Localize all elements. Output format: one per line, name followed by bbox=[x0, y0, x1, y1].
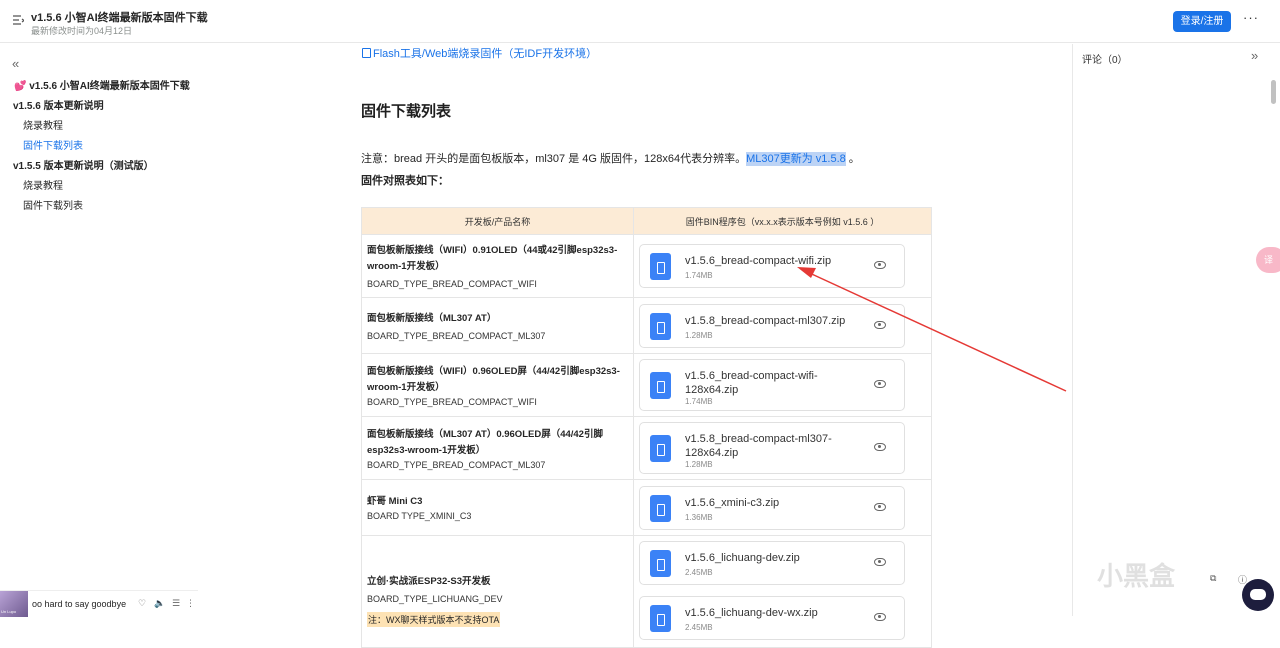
file-name[interactable]: v1.5.8_bread-compact-ml307.zip bbox=[685, 314, 855, 328]
comments-label: 评论（0） bbox=[1082, 55, 1128, 66]
zip-file-icon bbox=[650, 550, 671, 577]
assistant-bot-icon[interactable] bbox=[1242, 579, 1274, 611]
collapse-panel-icon[interactable]: » bbox=[1251, 48, 1258, 63]
toc-item-active[interactable]: 固件下载列表 bbox=[23, 137, 83, 152]
file-size: 1.74MB bbox=[685, 271, 713, 280]
preview-eye-icon[interactable] bbox=[874, 558, 886, 566]
zip-file-icon bbox=[650, 605, 671, 632]
top-bar: v1.5.6 小智AI终端最新版本固件下载 最新修改时间为04月12日 登录/注… bbox=[0, 0, 1280, 43]
file-name[interactable]: v1.5.6_lichuang-dev.zip bbox=[685, 551, 855, 565]
board-name: 虾哥 Mini C3 bbox=[367, 496, 423, 507]
board-type: BOARD TYPE_XMINI_C3 bbox=[367, 511, 472, 521]
login-register-button[interactable]: 登录/注册 bbox=[1173, 11, 1231, 32]
preview-eye-icon[interactable] bbox=[874, 502, 886, 511]
file-name[interactable]: v1.5.8_bread-compact-ml307-128x64.zip bbox=[685, 432, 855, 460]
toc-item[interactable]: 烧录教程 bbox=[23, 177, 63, 192]
file-attachment[interactable]: v1.5.6_bread-compact-wifi-128x64.zip 1.74… bbox=[639, 359, 905, 411]
toc-item[interactable]: 固件下载列表 bbox=[23, 197, 83, 212]
table-header: 固件BIN程序包（vx.x.x表示版本号例如 v1.5.6 ） bbox=[633, 207, 932, 235]
comments-panel: 评论（0） » bbox=[1072, 44, 1280, 616]
toc-item[interactable]: 💕 v1.5.6 小智AI终端最新版本固件下载 bbox=[14, 77, 190, 92]
board-type: BOARD_TYPE_BREAD_COMPACT_WIFI bbox=[367, 396, 537, 407]
toc-item[interactable]: v1.5.5 版本更新说明（测试版） bbox=[13, 157, 154, 172]
firmware-table: 开发板/产品名称 固件BIN程序包（vx.x.x表示版本号例如 v1.5.6 ）… bbox=[361, 207, 932, 648]
board-name: 面包板新版接线（ML307 AT） bbox=[367, 312, 497, 324]
table-row: 面包板新版接线（ML307 AT） BOARD_TYPE_BREAD_COMPAC… bbox=[361, 297, 932, 354]
translate-button[interactable]: 译 bbox=[1256, 247, 1280, 273]
table-row: 面包板新版接线（WIFI）0.91OLED（44或42引脚esp32s3-wro… bbox=[361, 234, 932, 298]
section-heading: 固件下载列表 bbox=[361, 103, 452, 120]
zip-file-icon bbox=[650, 312, 671, 340]
file-attachment[interactable]: v1.5.6_lichuang-dev-wx.zip 2.45MB bbox=[639, 596, 905, 640]
song-title: oo hard to say goodbye bbox=[32, 599, 127, 609]
preview-eye-icon[interactable] bbox=[874, 443, 886, 451]
file-name[interactable]: v1.5.6_lichuang-dev-wx.zip bbox=[685, 606, 855, 620]
heart-icon[interactable]: ♡ bbox=[138, 598, 146, 609]
table-row: 立创·实战派ESP32-S3开发板 BOARD_TYPE_LICHUANG_DEV… bbox=[361, 535, 932, 648]
more-options-button[interactable]: ··· bbox=[1243, 10, 1259, 25]
doc-last-modified: 最新修改时间为04月12日 bbox=[31, 26, 133, 36]
file-attachment[interactable]: v1.5.8_bread-compact-ml307.zip 1.28MB bbox=[639, 303, 905, 348]
file-size: 1.28MB bbox=[685, 330, 713, 340]
document-icon bbox=[362, 48, 371, 58]
preview-eye-icon[interactable] bbox=[874, 261, 886, 269]
preview-eye-icon[interactable] bbox=[874, 613, 886, 621]
board-type: BOARD_TYPE_BREAD_COMPACT_ML307 bbox=[367, 459, 546, 470]
doc-title: v1.5.6 小智AI终端最新版本固件下载 bbox=[31, 12, 208, 24]
file-size: 2.45MB bbox=[685, 623, 713, 632]
file-size: 2.45MB bbox=[685, 568, 713, 577]
board-name: 立创·实战派ESP32-S3开发板 bbox=[367, 575, 491, 587]
scrollbar[interactable] bbox=[1268, 70, 1278, 616]
highlighted-text: ML307更新为 v1.5.8 bbox=[746, 152, 846, 166]
playlist-icon[interactable]: ☰ bbox=[172, 598, 180, 609]
site-watermark: 小黑盒 bbox=[1097, 561, 1176, 591]
file-name[interactable]: v1.5.6_bread-compact-wifi-128x64.zip bbox=[685, 369, 855, 397]
toc-item[interactable]: 烧录教程 bbox=[23, 117, 63, 132]
warning-note: 注：WX聊天样式版本不支持OTA bbox=[367, 611, 501, 627]
board-type: BOARD_TYPE_BREAD_COMPACT_ML307 bbox=[367, 330, 546, 341]
toc-item[interactable]: v1.5.6 版本更新说明 bbox=[13, 97, 104, 112]
board-name: 面包板新版接线（WIFI）0.91OLED（44或42引脚esp32s3-wro… bbox=[367, 245, 618, 272]
table-row: 面包板新版接线（ML307 AT）0.96OLED屏（44/42引脚esp32s… bbox=[361, 416, 932, 480]
toc-sidebar: « 💕 v1.5.6 小智AI终端最新版本固件下载 v1.5.6 版本更新说明 … bbox=[0, 44, 200, 616]
file-attachment[interactable]: v1.5.6_bread-compact-wifi.zip 1.74MB bbox=[639, 244, 905, 288]
board-name: 面包板新版接线（ML307 AT）0.96OLED屏（44/42引脚esp32s… bbox=[367, 428, 603, 456]
file-attachment[interactable]: v1.5.6_lichuang-dev.zip 2.45MB bbox=[639, 541, 905, 585]
album-cover[interactable]: Un Lupo bbox=[0, 591, 28, 617]
note-text: 注意：bread 开头的是面包板版本，ml307 是 4G 版固件，128x64… bbox=[361, 152, 860, 166]
board-name: 面包板新版接线（WIFI）0.96OLED屏（44/42引脚esp32s3-wr… bbox=[367, 365, 620, 393]
preview-eye-icon[interactable] bbox=[874, 320, 886, 329]
menu-icon[interactable] bbox=[12, 14, 24, 26]
preview-eye-icon[interactable] bbox=[874, 380, 886, 388]
table-row: 虾哥 Mini C3 BOARD TYPE_XMINI_C3 v1.5.6_xmi… bbox=[361, 479, 932, 536]
more-icon[interactable]: ⋮ bbox=[186, 598, 195, 609]
collapse-sidebar-icon[interactable]: « bbox=[12, 56, 19, 71]
file-size: 1.28MB bbox=[685, 460, 713, 469]
feedback-icon[interactable]: ⧉ bbox=[1210, 573, 1216, 584]
music-player: Un Lupo oo hard to say goodbye ♡ 🔈 ☰ ⋮ bbox=[0, 590, 198, 617]
board-type: BOARD_TYPE_LICHUANG_DEV bbox=[367, 593, 503, 604]
file-size: 1.36MB bbox=[685, 512, 713, 522]
compare-label: 固件对照表如下： bbox=[361, 175, 449, 187]
table-header-row: 开发板/产品名称 固件BIN程序包（vx.x.x表示版本号例如 v1.5.6 ） bbox=[361, 207, 932, 235]
zip-file-icon bbox=[650, 435, 671, 462]
file-attachment[interactable]: v1.5.8_bread-compact-ml307-128x64.zip 1.2… bbox=[639, 422, 905, 474]
file-attachment[interactable]: v1.5.6_xmini-c3.zip 1.36MB bbox=[639, 485, 905, 530]
file-name[interactable]: v1.5.6_bread-compact-wifi.zip bbox=[685, 254, 855, 268]
table-header: 开发板/产品名称 bbox=[361, 207, 634, 235]
zip-file-icon bbox=[650, 494, 671, 522]
volume-icon[interactable]: 🔈 bbox=[154, 598, 165, 609]
file-size: 1.74MB bbox=[685, 397, 713, 406]
zip-file-icon bbox=[650, 372, 671, 399]
board-type: BOARD_TYPE_BREAD_COMPACT_WIFI bbox=[367, 279, 537, 289]
flash-tool-link[interactable]: Flash工具/Web端烧录固件（无IDF开发环境） bbox=[362, 45, 597, 61]
zip-file-icon bbox=[650, 253, 671, 280]
table-row: 面包板新版接线（WIFI）0.96OLED屏（44/42引脚esp32s3-wr… bbox=[361, 353, 932, 417]
file-name[interactable]: v1.5.6_xmini-c3.zip bbox=[685, 496, 855, 510]
scrollbar-thumb[interactable] bbox=[1271, 80, 1276, 104]
